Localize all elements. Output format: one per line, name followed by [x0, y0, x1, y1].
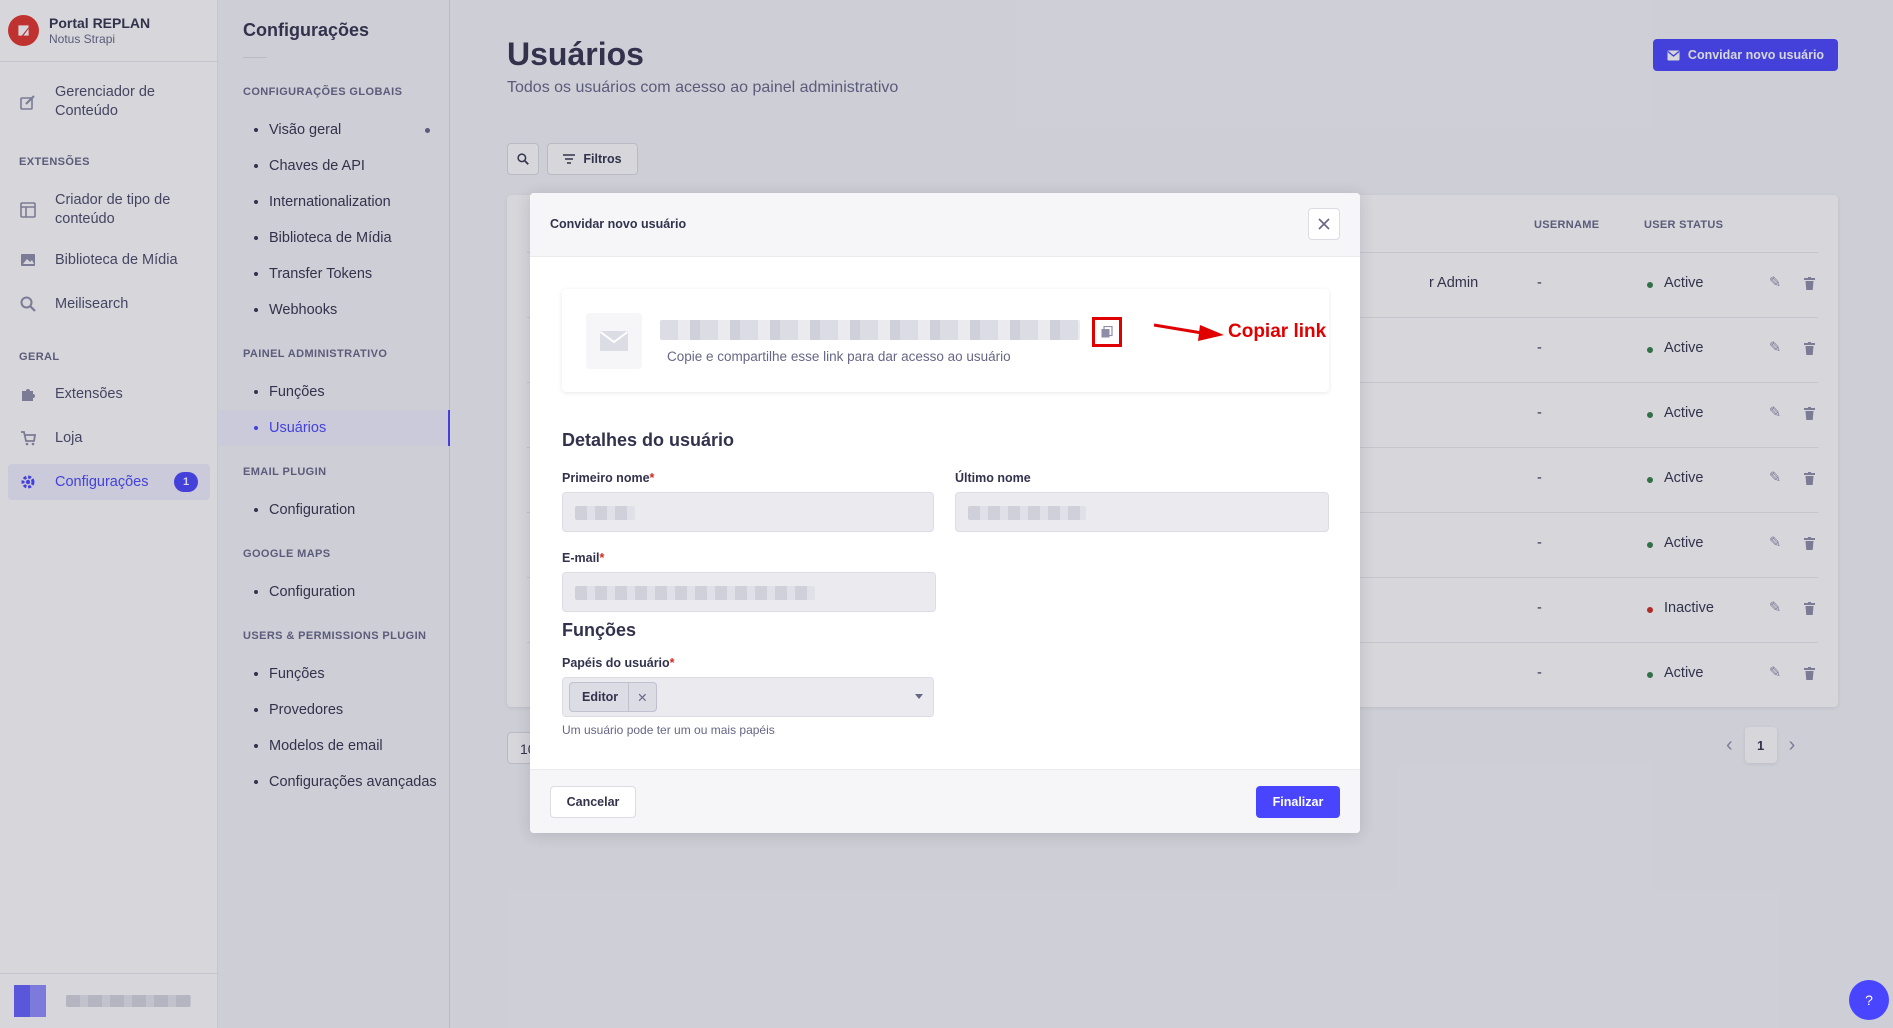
email-label: E-mail*	[562, 551, 604, 565]
roles-heading: Funções	[562, 620, 637, 640]
user-details-heading: Detalhes do usuário	[562, 430, 735, 450]
user-roles-label-text: Papéis do usuário	[562, 656, 670, 670]
remove-tag-icon[interactable]: ✕	[628, 683, 648, 711]
envelope-icon	[586, 313, 642, 369]
first-name-label-text: Primeiro nome	[562, 471, 650, 485]
required-marker: *	[649, 471, 655, 485]
caret-down-icon[interactable]	[915, 694, 923, 699]
role-tag-editor: Editor ✕	[569, 682, 657, 712]
blurred-invite-link	[660, 320, 1080, 340]
blurred-value	[968, 506, 1086, 520]
finish-button[interactable]: Finalizar	[1256, 786, 1340, 818]
user-roles-select[interactable]: Editor ✕	[562, 677, 934, 717]
modal-title: Convidar novo usuário	[550, 217, 687, 231]
modal-header: Convidar novo usuário	[530, 193, 1360, 257]
blurred-value	[575, 506, 635, 520]
modal-footer: Cancelar Finalizar	[530, 769, 1360, 833]
email-label-text: E-mail	[562, 551, 600, 565]
blurred-value	[575, 586, 815, 600]
annotation-arrow-icon	[1153, 323, 1224, 341]
first-name-field[interactable]	[562, 492, 934, 532]
invite-link-hint: Copie e compartilhe esse link para dar a…	[667, 349, 1011, 364]
last-name-field[interactable]	[955, 492, 1329, 532]
cancel-button[interactable]: Cancelar	[550, 786, 636, 818]
invite-user-modal: Convidar novo usuário Copie e compartilh…	[530, 193, 1360, 833]
close-button[interactable]	[1308, 208, 1340, 240]
role-tag-label: Editor	[582, 690, 619, 704]
copy-icon	[1101, 326, 1113, 338]
required-marker: *	[669, 656, 675, 670]
last-name-label: Último nome	[955, 471, 1031, 485]
copy-link-button[interactable]	[1092, 317, 1122, 347]
user-roles-label: Papéis do usuário*	[562, 656, 675, 670]
email-field[interactable]	[562, 572, 936, 612]
help-button[interactable]: ?	[1849, 980, 1889, 1020]
annotation-copy-link: Copiar link	[1228, 321, 1327, 342]
first-name-label: Primeiro nome*	[562, 471, 654, 485]
roles-hint: Um usuário pode ter um ou mais papéis	[562, 723, 775, 737]
close-icon	[1318, 218, 1330, 230]
required-marker: *	[599, 551, 605, 565]
invite-link-card: Copie e compartilhe esse link para dar a…	[562, 289, 1329, 392]
